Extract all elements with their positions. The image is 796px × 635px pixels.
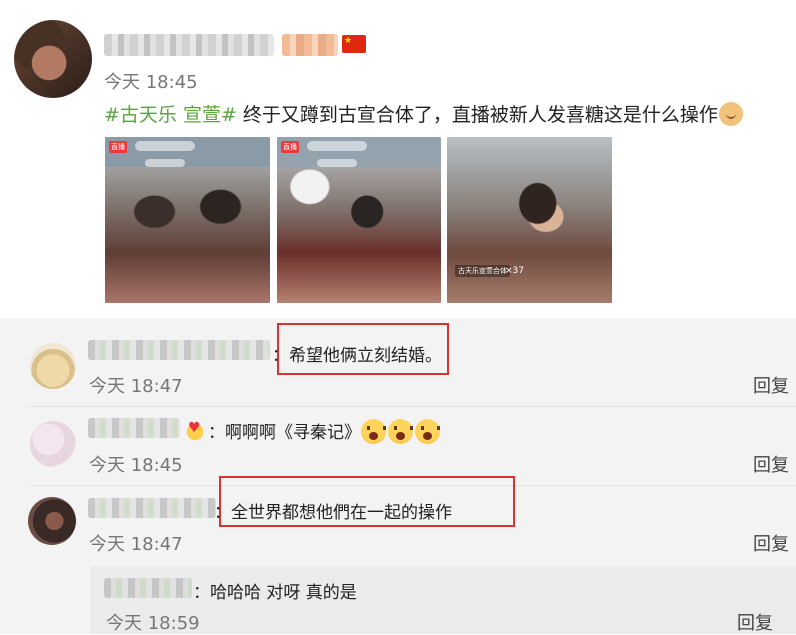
reply-button[interactable]: 回复 (753, 451, 789, 477)
commenter-name-blurred[interactable] (88, 418, 180, 438)
commenter-avatar[interactable] (30, 343, 76, 389)
comment-time: 今天 18:47 (89, 534, 183, 555)
poster-avatar[interactable] (14, 20, 92, 98)
comment-text: ：全世界都想他們在一起的操作 (214, 503, 452, 523)
topic-link[interactable]: #古天乐 宣萱# (104, 104, 237, 126)
sub-reply-button[interactable]: 回复 (737, 609, 773, 635)
live-follow-badge (145, 159, 185, 167)
sub-reply-text: ：哈哈哈 对呀 真的是 (193, 583, 357, 603)
post-text: #古天乐 宣萱# 终于又蹲到古宣合体了，直播被新人发喜糖这是什么操作 (104, 100, 743, 127)
post-body: 终于又蹲到古宣合体了，直播被新人发喜糖这是什么操作 (236, 104, 718, 126)
shocked-face-icon (388, 419, 413, 444)
doge-icon (718, 102, 743, 126)
china-flag-icon: ★ (342, 35, 366, 53)
comment-time: 今天 18:45 (89, 455, 183, 476)
reply-button[interactable]: 回复 (753, 530, 789, 556)
photo-like-count: ×37 (505, 266, 524, 276)
shocked-face-icon (361, 419, 386, 444)
comment-time: 今天 18:47 (89, 376, 183, 397)
shocked-face-icon (415, 419, 440, 444)
live-follow-badge (317, 159, 357, 167)
sub-replier-name-blurred[interactable] (104, 578, 192, 598)
comment-text-body: ：啊啊啊《寻秦记》 (208, 423, 361, 443)
poster-badge-blurred (282, 34, 338, 56)
reply-button[interactable]: 回复 (753, 372, 789, 398)
heart-face-icon (184, 420, 206, 442)
commenter-avatar[interactable] (28, 497, 76, 545)
post-time: 今天 18:45 (104, 72, 198, 93)
commenter-name-blurred[interactable] (88, 340, 270, 360)
post-photo-1[interactable]: 直播 (105, 137, 270, 303)
live-tag: 直播 (281, 141, 299, 153)
live-header-bar (307, 141, 367, 151)
post-photo-2[interactable]: 直播 (277, 137, 441, 303)
commenter-name-blurred[interactable] (88, 498, 216, 518)
divider (30, 406, 796, 407)
commenter-avatar[interactable] (30, 421, 76, 467)
poster-username-blurred[interactable] (104, 34, 274, 56)
photo-caption: 古天乐宣萱合体 (455, 265, 510, 277)
post-photo-3[interactable]: 古天乐宣萱合体 ×37 (447, 137, 612, 303)
live-tag: 直播 (109, 141, 127, 153)
comment-text: ：希望他俩立刻结婚。 (272, 346, 442, 366)
live-header-bar (135, 141, 195, 151)
comment-text: ：啊啊啊《寻秦记》 (182, 418, 442, 444)
sub-reply-time: 今天 18:59 (106, 613, 200, 634)
